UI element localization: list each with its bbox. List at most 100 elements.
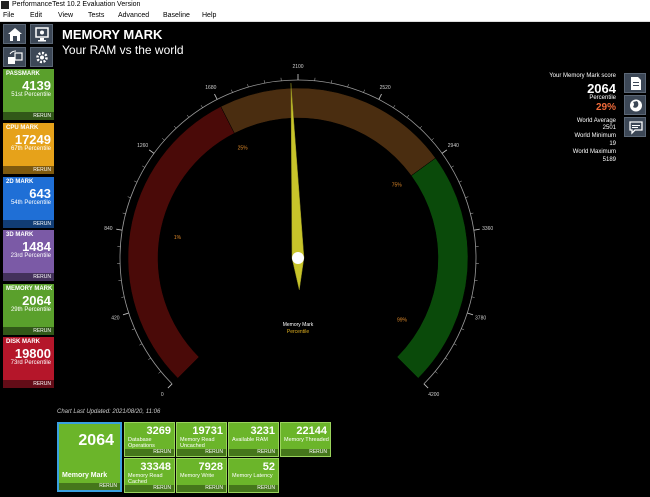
tile-percentile: 51st Percentile: [11, 92, 51, 98]
menu-edit[interactable]: Edit: [30, 10, 42, 21]
gauge-minor-tick: [445, 357, 448, 360]
subtest-tile-memory-write[interactable]: 7928 Memory Write RERUN: [176, 458, 227, 493]
subtest-rerun-button[interactable]: RERUN: [281, 449, 330, 456]
gauge-needle: [290, 83, 305, 291]
settings-button[interactable]: [30, 47, 53, 67]
tile-rerun-button[interactable]: RERUN: [3, 112, 54, 120]
tile-name: 3D MARK: [6, 232, 34, 238]
home-button[interactable]: [3, 24, 26, 44]
subtest-rerun-button[interactable]: RERUN: [177, 485, 226, 492]
subtest-value: 7928: [198, 461, 223, 473]
gauge-band-2: [220, 87, 436, 177]
subtest-value: 33348: [140, 461, 171, 473]
gauge-minor-tick: [186, 114, 190, 118]
menu-tests[interactable]: Tests: [88, 10, 104, 21]
subtest-value: 22144: [296, 425, 327, 437]
gauge-minor-tick: [247, 84, 249, 88]
gauge-band-label: 25%: [238, 145, 249, 151]
system-info-button[interactable]: [30, 24, 53, 44]
tile-cpu-mark[interactable]: CPU MARK 17249 67th Percentile RERUN: [3, 123, 54, 174]
tile-memory-mark[interactable]: MEMORY MARK 2064 29th Percentile RERUN: [3, 284, 54, 335]
tile-rerun-button[interactable]: RERUN: [3, 220, 54, 228]
memory-mark-label: Memory Mark: [62, 472, 108, 479]
gauge-major-tick: [148, 149, 155, 154]
gauge-tick-label: 0: [161, 392, 164, 398]
subtest-rerun-button[interactable]: RERUN: [125, 485, 174, 492]
subtest-tile-available-ram[interactable]: 3231 Available RAM RERUN: [228, 422, 279, 457]
app-icon: [1, 1, 9, 9]
subtest-label: Available RAM: [232, 437, 268, 443]
gauge-major-tick: [423, 383, 429, 389]
tile-value: 17249: [14, 132, 51, 147]
subtest-rerun-button[interactable]: RERUN: [125, 449, 174, 456]
tile-rerun-button[interactable]: RERUN: [3, 273, 54, 281]
globe-button[interactable]: [624, 95, 646, 115]
report-button[interactable]: [624, 73, 646, 93]
subtest-tile-memory-threaded[interactable]: 22144 Memory Threaded RERUN: [280, 422, 331, 457]
subtest-label: Memory Write: [180, 473, 215, 479]
chart-updated-text: Chart Last Updated: 2021/08/20, 11:06: [57, 409, 161, 415]
gauge-minor-tick: [139, 343, 143, 346]
subtest-rerun-button[interactable]: RERUN: [177, 449, 226, 456]
gauge-minor-tick: [331, 80, 333, 84]
gauge-minor-tick: [451, 165, 454, 168]
tile-name: MEMORY MARK: [6, 286, 53, 292]
gauge-minor-tick: [122, 212, 126, 214]
subtest-tile-memory-read-cached[interactable]: 33348 Memory Read Cached RERUN: [124, 458, 175, 493]
tile-name: DISK MARK: [6, 339, 40, 345]
compare-button[interactable]: [3, 47, 26, 67]
compare-icon: [8, 50, 23, 64]
gauge-minor-tick: [470, 212, 474, 214]
menu-file[interactable]: File: [3, 10, 14, 21]
subtest-tile-memory-latency[interactable]: 52 Memory Latency RERUN: [228, 458, 279, 493]
subtest-label: Memory Read Uncached: [180, 437, 215, 449]
menu-help[interactable]: Help: [202, 10, 216, 21]
subtest-value: 52: [262, 461, 275, 473]
tile-3d-mark[interactable]: 3D MARK 1484 23rd Percentile RERUN: [3, 230, 54, 281]
gauge-minor-tick: [158, 371, 162, 374]
tile-2d-mark[interactable]: 2D MARK 643 54th Percentile RERUN: [3, 177, 54, 228]
tile-value: 2064: [22, 293, 51, 308]
tile-disk-mark[interactable]: DISK MARK 19800 73rd Percentile RERUN: [3, 337, 54, 388]
gauge-tick-label: 840: [104, 226, 113, 232]
tile-rerun-button[interactable]: RERUN: [3, 166, 54, 174]
system-info-icon: [35, 27, 49, 42]
comment-button[interactable]: [624, 117, 646, 137]
menu-advanced[interactable]: Advanced: [118, 10, 149, 21]
gauge-minor-tick: [419, 125, 423, 129]
memory-mark-tile[interactable]: 2064 Memory Mark RERUN: [57, 422, 122, 492]
subtest-tile-database-operations[interactable]: 3269 Database Operations RERUN: [124, 422, 175, 457]
settings-icon: [36, 51, 48, 64]
percentile-label: Percentile: [589, 95, 616, 101]
tile-percentile: 54th Percentile: [10, 200, 51, 206]
menu-view[interactable]: View: [58, 10, 73, 21]
subtest-rerun-button[interactable]: RERUN: [229, 449, 278, 456]
tile-rerun-button[interactable]: RERUN: [3, 327, 54, 335]
gauge-major-tick: [214, 93, 218, 100]
tile-rerun-button[interactable]: RERUN: [3, 380, 54, 388]
world-maximum-value: 5189: [602, 157, 616, 163]
gauge-minor-tick: [406, 114, 410, 118]
gauge-minor-tick: [363, 89, 365, 93]
tile-value: 4139: [22, 78, 51, 93]
percentile-value: 29%: [595, 102, 616, 113]
subtest-label: Memory Threaded: [284, 437, 329, 443]
score-label: Your Memory Mark score: [549, 73, 616, 79]
comment-icon: [629, 121, 643, 135]
subtest-value: 3269: [146, 425, 171, 437]
gauge-tick-label: 2940: [448, 143, 459, 149]
world-maximum-label: World Maximum: [572, 149, 616, 155]
subtest-value: 3231: [250, 425, 275, 437]
subtest-rerun-button[interactable]: RERUN: [229, 485, 278, 492]
tile-passmark[interactable]: PASSMARK 4139 51st Percentile RERUN: [3, 69, 54, 120]
gauge-major-tick: [473, 228, 480, 231]
gauge-minor-tick: [173, 125, 177, 129]
subtest-value: 19731: [192, 425, 223, 437]
menu-baseline[interactable]: Baseline: [163, 10, 190, 21]
world-average-label: World Average: [576, 118, 616, 124]
tile-name: CPU MARK: [6, 125, 39, 131]
gauge-tick-label: 1680: [205, 85, 216, 91]
gauge-major-tick: [378, 93, 382, 100]
subtest-tile-memory-read-uncached[interactable]: 19731 Memory Read Uncached RERUN: [176, 422, 227, 457]
memory-mark-rerun-button[interactable]: RERUN: [59, 483, 120, 490]
